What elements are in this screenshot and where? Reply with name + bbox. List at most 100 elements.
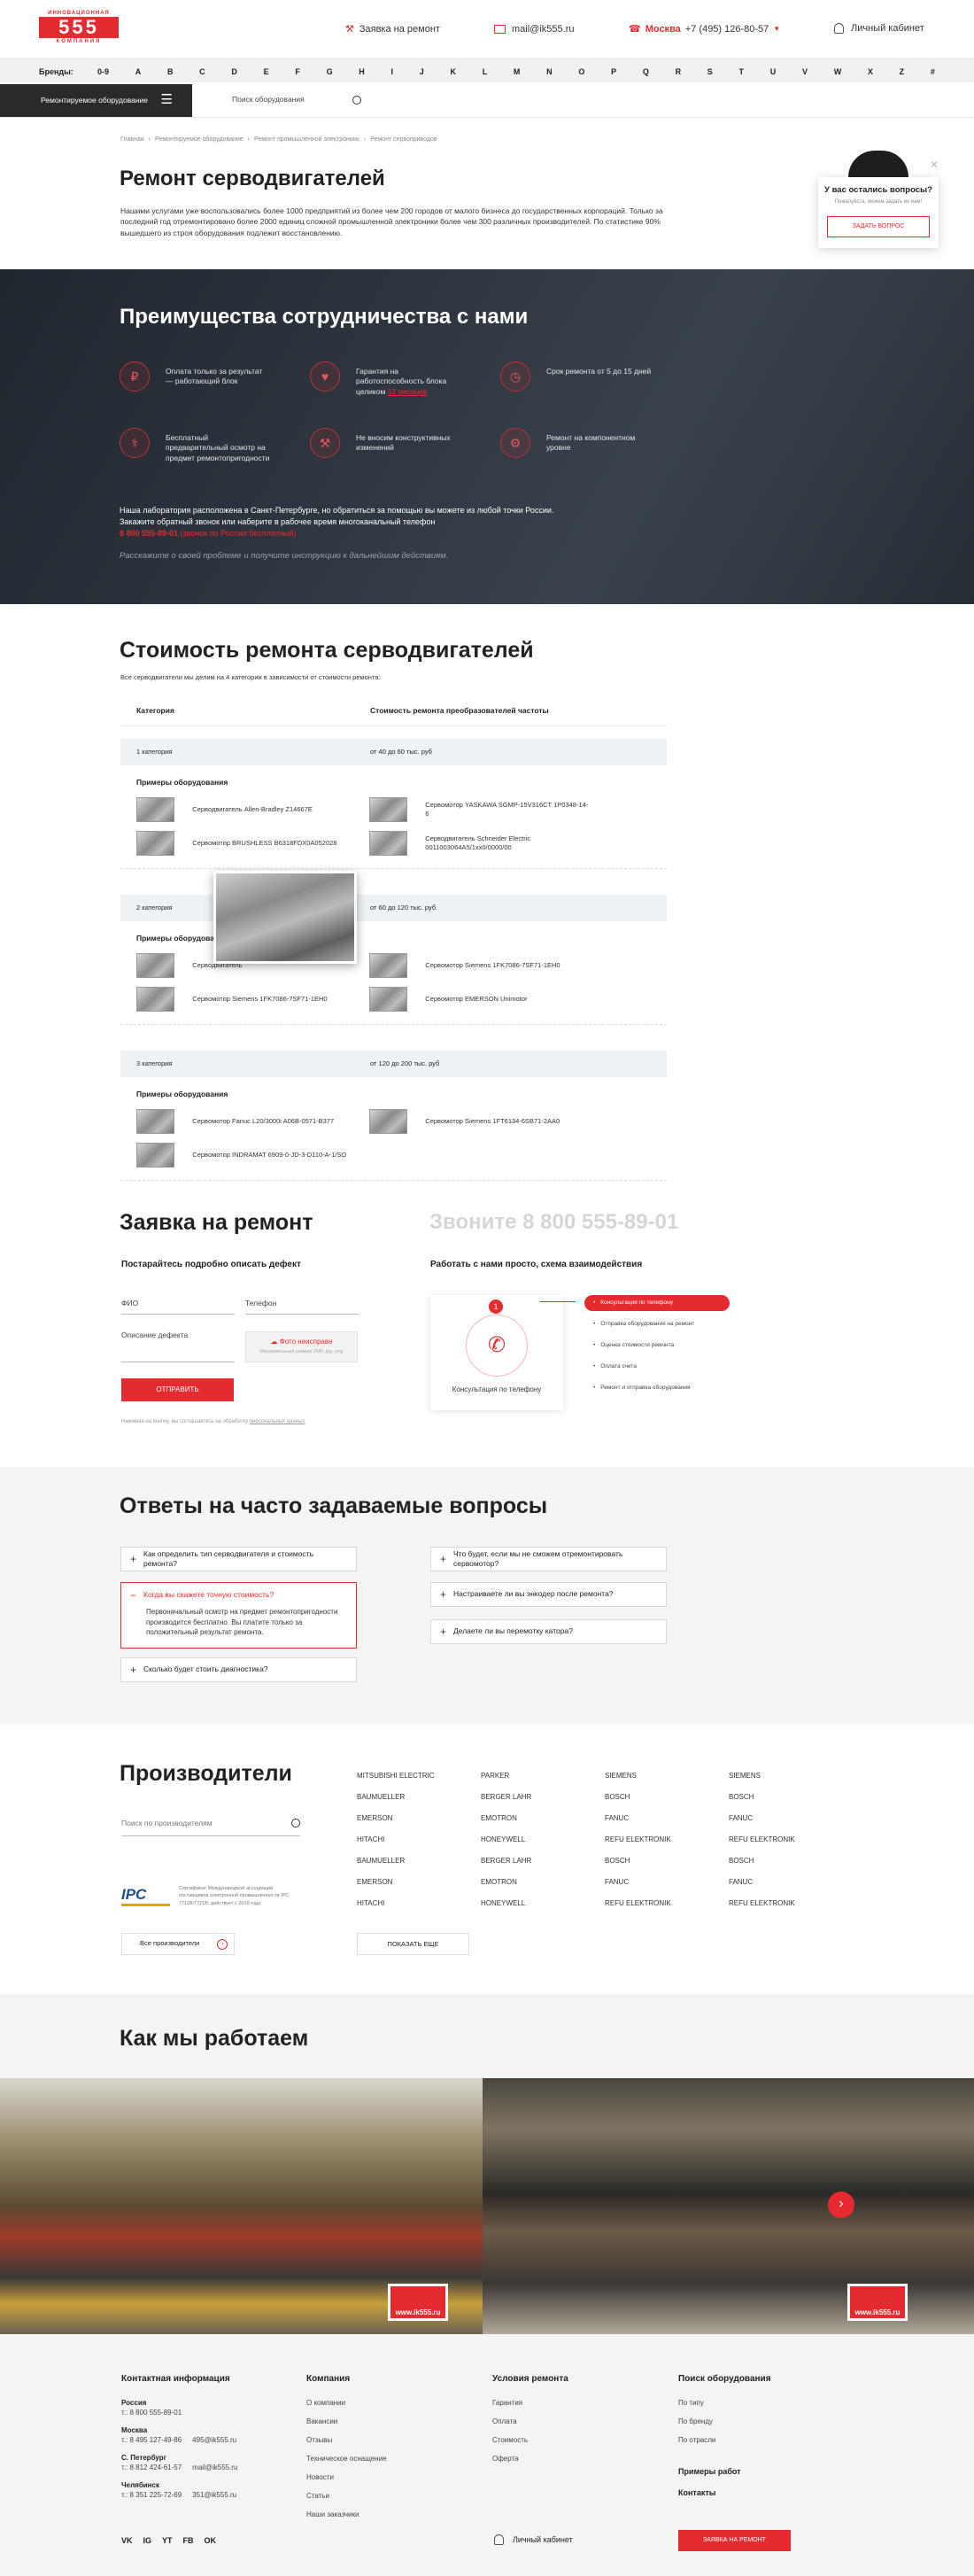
- equipment-search-input[interactable]: Поиск оборудования: [232, 95, 305, 105]
- maker-link[interactable]: EMERSON: [357, 1878, 392, 1888]
- scheme-step[interactable]: • Оценка стоимости ремонта: [584, 1338, 730, 1354]
- all-makers-button[interactable]: Все производители ›: [121, 1933, 235, 1955]
- yt-icon[interactable]: YT: [162, 2535, 173, 2546]
- footer-request-button[interactable]: ЗАЯВКА НА РЕМОНТ: [678, 2530, 791, 2551]
- slider-next-button[interactable]: ›: [828, 2192, 854, 2218]
- brand-letter[interactable]: X: [868, 66, 873, 77]
- brand-letter[interactable]: C: [199, 66, 205, 77]
- repair-terms-link[interactable]: Оплата: [492, 2417, 517, 2427]
- call-us[interactable]: Звоните 8 800 555-89-01: [429, 1208, 678, 1237]
- equipment-item[interactable]: Сервомотор INDRAMAT 6909-0-JD-3-D110-A-1…: [136, 1143, 358, 1168]
- brand-letter[interactable]: R: [676, 66, 682, 77]
- brand-letter[interactable]: W: [834, 66, 842, 77]
- company-link[interactable]: Отзывы: [306, 2436, 332, 2446]
- scheme-step[interactable]: • Отправка оборудования на ремонт: [584, 1316, 730, 1332]
- phone-field[interactable]: Телефон: [245, 1299, 359, 1315]
- email-link[interactable]: mail@ik555.ru: [494, 23, 574, 36]
- brand-letter[interactable]: J: [420, 66, 424, 77]
- maker-link[interactable]: MITSUBISHI ELECTRIC: [357, 1772, 435, 1781]
- faq-item-left-1[interactable]: + Как определить тип серводвигателя и сто…: [120, 1547, 357, 1571]
- equipment-item[interactable]: Сервомотор Fanuc L20/3000i A06B-0571-B37…: [136, 1109, 358, 1134]
- company-link[interactable]: Техническое оснащение: [306, 2455, 387, 2464]
- examples-link[interactable]: Примеры работ: [678, 2466, 741, 2477]
- equipment-item[interactable]: Сервомотор BRUSHLESS B6318FDX0A052028: [136, 831, 358, 856]
- cabinet-link[interactable]: Личный кабинет: [834, 22, 924, 35]
- maker-link[interactable]: BOSCH: [729, 1793, 754, 1803]
- equipment-search-link[interactable]: По типу: [678, 2399, 704, 2409]
- maker-link[interactable]: HITACHI: [357, 1835, 384, 1845]
- maker-link[interactable]: EMERSON: [357, 1814, 392, 1824]
- brand-letter[interactable]: U: [770, 66, 777, 77]
- close-icon[interactable]: ✕: [930, 158, 939, 172]
- brand-letter[interactable]: A: [135, 66, 142, 77]
- maker-link[interactable]: REFU ELEKTRONIK: [729, 1899, 795, 1909]
- repair-terms-link[interactable]: Оферта: [492, 2455, 519, 2464]
- equipment-search[interactable]: Поиск оборудования: [221, 91, 372, 109]
- vk-icon[interactable]: VK: [121, 2535, 133, 2546]
- company-link[interactable]: Вакансии: [306, 2417, 337, 2427]
- faq-item-right-1[interactable]: + Что будет, если мы не сможем отремонтир…: [430, 1547, 667, 1571]
- maker-link[interactable]: HITACHI: [357, 1899, 384, 1909]
- photo-upload[interactable]: ☁ Фото неисправн Максимальный размер 2Мб…: [245, 1331, 358, 1362]
- maker-link[interactable]: FANUC: [605, 1878, 629, 1888]
- city-email[interactable]: 351@ik555.ru: [192, 2491, 236, 2501]
- makers-search-input[interactable]: Поиск по производителям: [121, 1819, 213, 1835]
- equipment-item[interactable]: Серводвигатель Allen-Bradley Z14667E: [136, 797, 358, 822]
- consent-link[interactable]: персональных данных: [250, 1419, 305, 1424]
- maker-link[interactable]: FANUC: [605, 1814, 629, 1824]
- city-email[interactable]: 495@ik555.ru: [192, 2436, 236, 2446]
- breadcrumb-item[interactable]: Ремонт промышленной электроники: [254, 136, 359, 144]
- city-phone[interactable]: т.: 8 800 555-89-01: [121, 2409, 182, 2418]
- city-phone[interactable]: т.: 8 351 225-72-69: [121, 2491, 182, 2501]
- maker-link[interactable]: BOSCH: [605, 1793, 630, 1803]
- brand-letter[interactable]: M: [514, 66, 521, 77]
- maker-link[interactable]: REFU ELEKTRONIK: [605, 1899, 671, 1909]
- maker-link[interactable]: FANUC: [729, 1814, 753, 1824]
- brand-letter[interactable]: I: [391, 66, 394, 77]
- faq-item-right-3[interactable]: + Делаете ли вы перемотку катора?: [430, 1619, 667, 1644]
- equipment-item[interactable]: Сервомотор Siemens 1FK7086-7SF71-1EH0: [369, 953, 591, 978]
- breadcrumb-item[interactable]: Главная: [120, 136, 144, 144]
- city-email[interactable]: mail@ik555.ru: [192, 2463, 237, 2473]
- equipment-item[interactable]: Сервомотор YASKAWA SGMP-15V316CT 1P0348-…: [369, 797, 591, 822]
- footer-cabinet-link[interactable]: Личный кабинет: [494, 2534, 573, 2546]
- brand-letter[interactable]: S: [707, 66, 713, 77]
- company-link[interactable]: Наши заказчики: [306, 2510, 359, 2520]
- search-icon[interactable]: [291, 1819, 300, 1827]
- ask-question-button[interactable]: ЗАДАТЬ ВОПРОС: [827, 215, 930, 237]
- brand-letter[interactable]: B: [167, 66, 174, 77]
- maker-link[interactable]: SIEMENS: [729, 1772, 761, 1781]
- city-phone[interactable]: т.: 8 812 424-61-57: [121, 2463, 182, 2473]
- breadcrumb-item[interactable]: Ремонтируемое оборудование: [155, 136, 244, 144]
- repair-request-link[interactable]: ⚒ Заявка на ремонт: [345, 23, 440, 36]
- free-phone[interactable]: 8 800 555-89-01 (звонок по России беспла…: [120, 528, 296, 539]
- maker-link[interactable]: EMOTRON: [481, 1878, 517, 1888]
- repair-terms-link[interactable]: Стоимость: [492, 2436, 528, 2446]
- brand-letter[interactable]: H: [359, 66, 365, 77]
- brand-letter[interactable]: 0-9: [97, 66, 109, 77]
- maker-link[interactable]: REFU ELEKTRONIK: [729, 1835, 795, 1845]
- scheme-step[interactable]: • Ремонт и отправка оборудования: [584, 1380, 730, 1396]
- brand-letter[interactable]: #: [931, 66, 935, 77]
- phone-selector[interactable]: ☎ Москва +7 (495) 126-80-57 ▼: [629, 23, 780, 36]
- ok-icon[interactable]: OK: [205, 2535, 217, 2546]
- brand-letter[interactable]: K: [450, 66, 456, 77]
- defect-description-field[interactable]: Описание дефекта: [121, 1331, 235, 1362]
- logo[interactable]: ИННОВАЦИОННАЯ 555 КОМПАНИЯ: [39, 10, 119, 45]
- company-link[interactable]: Новости: [306, 2473, 334, 2483]
- maker-link[interactable]: BOSCH: [605, 1857, 630, 1866]
- maker-link[interactable]: BERGER LAHR: [481, 1793, 531, 1803]
- brand-letter[interactable]: D: [231, 66, 237, 77]
- brand-letter[interactable]: P: [611, 66, 616, 77]
- brand-letter[interactable]: E: [264, 66, 269, 77]
- brand-letter[interactable]: F: [295, 66, 300, 77]
- equipment-item[interactable]: Сервомотор EMERSON Unimotor: [369, 987, 591, 1012]
- company-link[interactable]: Статьи: [306, 2492, 329, 2502]
- faq-item-left-3[interactable]: + Сколько будет стоить диагностика?: [120, 1657, 357, 1682]
- brand-letter[interactable]: O: [578, 66, 584, 77]
- company-link[interactable]: О компании: [306, 2399, 345, 2409]
- scheme-step[interactable]: • Оплата счета: [584, 1359, 730, 1375]
- maker-link[interactable]: REFU ELEKTRONIK: [605, 1835, 671, 1845]
- brand-letter[interactable]: Z: [900, 66, 905, 77]
- maker-link[interactable]: EMOTRON: [481, 1814, 517, 1824]
